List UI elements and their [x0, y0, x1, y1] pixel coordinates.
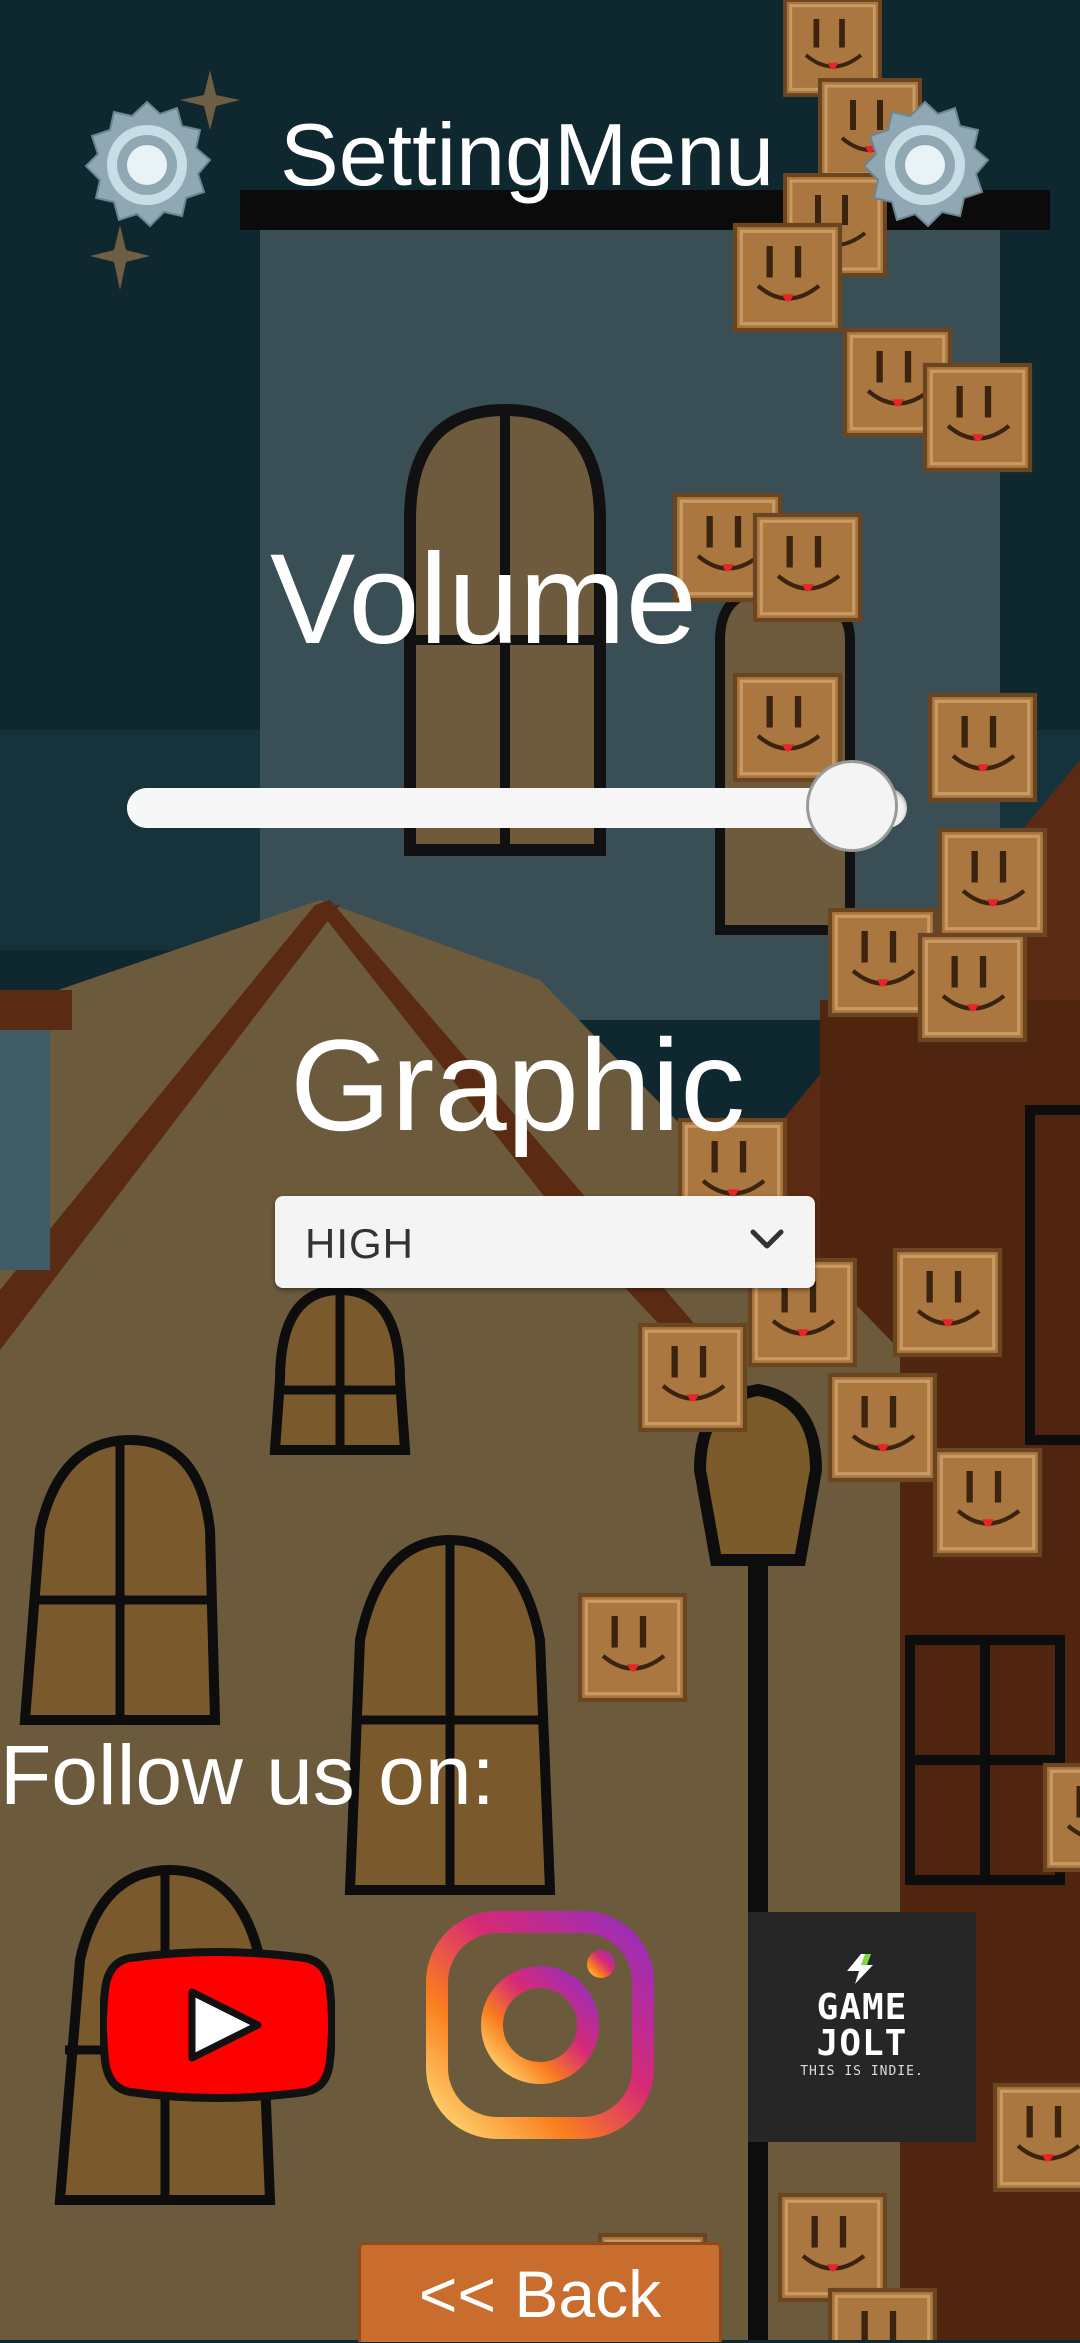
- volume-slider[interactable]: [127, 760, 907, 852]
- lightning-icon: [847, 1954, 873, 1984]
- instagram-icon[interactable]: [425, 1910, 655, 2140]
- graphic-quality-value: HIGH: [305, 1220, 414, 1267]
- chevron-down-icon: [750, 1229, 784, 1249]
- gamejolt-wordmark: GAME JOLT: [816, 1987, 908, 2064]
- follow-us-label: Follow us on:: [0, 1728, 495, 1822]
- volume-slider-thumb[interactable]: [806, 760, 899, 852]
- gear-icon: [84, 100, 212, 228]
- volume-label: Volume: [270, 528, 697, 671]
- back-button[interactable]: << Back: [358, 2242, 722, 2342]
- graphic-quality-dropdown[interactable]: HIGH: [275, 1196, 815, 1288]
- graphic-label: Graphic: [290, 1012, 746, 1158]
- gear-icon: [862, 100, 990, 228]
- gamejolt-logo[interactable]: GAME JOLT THIS IS INDIE.: [748, 1912, 976, 2142]
- youtube-icon[interactable]: [100, 1940, 335, 2110]
- page-title: SettingMenu: [280, 105, 775, 204]
- gamejolt-tagline: THIS IS INDIE.: [800, 2064, 924, 2079]
- volume-slider-fill: [127, 788, 853, 828]
